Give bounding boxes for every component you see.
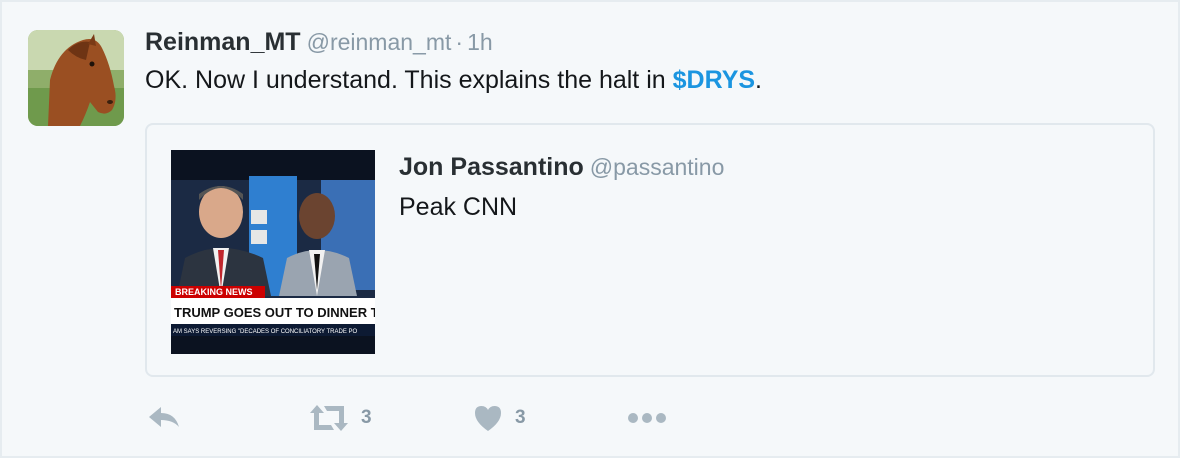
horse-avatar-image [28,30,124,126]
reply-button[interactable] [147,400,181,436]
quoted-author-handle[interactable]: @passantino [590,154,725,180]
tweet-text: OK. Now I understand. This explains the … [145,66,762,95]
retweet-icon [310,405,348,431]
quoted-tweet[interactable]: BREAKING NEWS TRUMP GOES OUT TO DINNER T… [145,123,1155,377]
reply-icon [149,407,179,427]
quoted-text: Peak CNN [399,193,518,221]
cashtag-link[interactable]: $DRYS [673,66,755,94]
header-separator: · [455,29,464,55]
tweet-text-body: OK. Now I understand. This explains the … [145,66,673,94]
retweet-button[interactable]: 3 [309,400,372,436]
tweet-card[interactable]: Reinman_MT @reinman_mt · 1h OK. Now I under… [0,0,1180,458]
author-handle[interactable]: @reinman_mt [307,29,452,55]
tweet-timestamp[interactable]: 1h [467,29,493,55]
more-dots-icon [628,413,666,423]
like-count: 3 [515,407,526,428]
quoted-header: Jon Passantino @passantino [399,153,724,182]
breaking-news-label: BREAKING NEWS [175,287,253,297]
ticker-text: AM SAYS REVERSING "DECADES OF CONCILIATO… [173,329,358,335]
tweet-header: Reinman_MT @reinman_mt · 1h [145,28,493,62]
author-name[interactable]: Reinman_MT [145,28,301,56]
tweet-actions: 3 3 [145,400,705,436]
quoted-tweet-media[interactable]: BREAKING NEWS TRUMP GOES OUT TO DINNER T… [171,150,375,354]
divider [0,456,1180,466]
like-button[interactable]: 3 [473,400,526,436]
quoted-author-name[interactable]: Jon Passantino [399,153,584,181]
heart-icon [475,406,501,431]
more-button[interactable] [627,400,667,436]
headline-text: TRUMP GOES OUT TO DINNER T [174,305,375,320]
avatar[interactable] [28,30,124,126]
news-screenshot-image: BREAKING NEWS TRUMP GOES OUT TO DINNER T… [171,150,375,354]
retweet-count: 3 [361,407,372,428]
tweet-text-end: . [755,66,762,94]
